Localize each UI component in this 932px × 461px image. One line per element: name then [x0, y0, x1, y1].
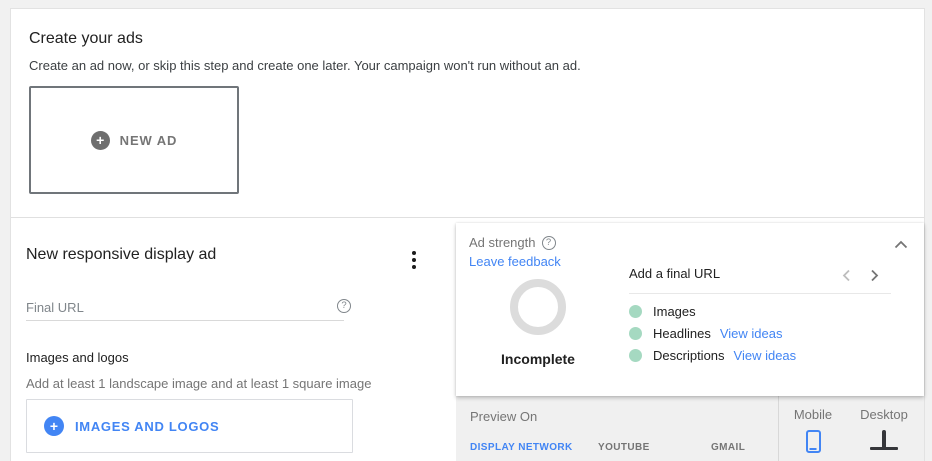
checklist-item-label: Headlines [653, 326, 711, 341]
kebab-icon [412, 251, 416, 269]
desktop-label: Desktop [854, 407, 914, 422]
suggestion-title: Add a final URL [629, 266, 720, 281]
tab-display-network[interactable]: DISPLAY NETWORK [470, 442, 573, 453]
section-divider [11, 217, 924, 218]
new-ad-button[interactable]: + NEW AD [29, 86, 239, 194]
checklist-item: Descriptions View ideas [629, 349, 796, 362]
status-dot-icon [629, 305, 642, 318]
ad-editor-title: New responsive display ad [26, 246, 216, 264]
preview-title: Preview On [470, 409, 537, 424]
ad-strength-status: Incomplete [478, 351, 598, 367]
add-icon: + [44, 416, 64, 436]
next-suggestion-button[interactable] [864, 267, 884, 283]
help-icon[interactable]: ? [337, 299, 351, 313]
create-ads-title: Create your ads [29, 30, 143, 48]
leave-feedback-link[interactable]: Leave feedback [469, 254, 561, 269]
checklist-item-label: Images [653, 304, 696, 319]
tab-youtube[interactable]: YOUTUBE [598, 442, 650, 453]
device-toggle-mobile[interactable]: Mobile [788, 407, 838, 456]
preview-bar: Preview On DISPLAY NETWORK YOUTUBE GMAIL… [456, 396, 924, 461]
laptop-icon [870, 432, 898, 450]
chevron-right-icon [870, 269, 879, 282]
images-and-logos-label: IMAGES AND LOGOS [75, 419, 219, 434]
tab-gmail[interactable]: GMAIL [711, 442, 745, 453]
ad-strength-panel: Ad strength ? Leave feedback Incomplete … [456, 223, 924, 396]
chevron-left-icon [842, 269, 851, 282]
ads-step-card: Create your ads Create an ad now, or ski… [10, 8, 925, 461]
final-url-input[interactable] [26, 295, 344, 321]
more-options-button[interactable] [403, 247, 425, 273]
images-and-logos-button[interactable]: + IMAGES AND LOGOS [26, 399, 353, 453]
ad-strength-checklist: Images Headlines View ideas Descriptions… [629, 305, 796, 371]
checklist-item: Images [629, 305, 796, 318]
create-ads-subtitle: Create an ad now, or skip this step and … [29, 58, 581, 73]
checklist-item-label: Descriptions [653, 348, 725, 363]
add-icon: + [91, 131, 110, 150]
ad-strength-gauge [510, 279, 566, 335]
help-icon[interactable]: ? [542, 236, 556, 250]
ad-strength-title: Ad strength ? [469, 235, 556, 250]
page: Create your ads Create an ad now, or ski… [0, 0, 932, 461]
images-section-hint: Add at least 1 landscape image and at le… [26, 376, 371, 391]
view-ideas-link[interactable]: View ideas [734, 348, 797, 363]
divider [778, 396, 779, 461]
view-ideas-link[interactable]: View ideas [720, 326, 783, 341]
ad-strength-title-text: Ad strength [469, 235, 536, 250]
status-dot-icon [629, 349, 642, 362]
new-ad-label: NEW AD [120, 133, 178, 148]
chevron-up-icon [894, 240, 908, 249]
checklist-item: Headlines View ideas [629, 327, 796, 340]
smartphone-icon [806, 430, 821, 453]
images-section-title: Images and logos [26, 350, 129, 365]
previous-suggestion-button[interactable] [836, 267, 856, 283]
divider [629, 293, 891, 294]
collapse-panel-button[interactable] [891, 236, 911, 252]
mobile-label: Mobile [788, 407, 838, 422]
device-toggle-desktop[interactable]: Desktop [854, 407, 914, 450]
status-dot-icon [629, 327, 642, 340]
